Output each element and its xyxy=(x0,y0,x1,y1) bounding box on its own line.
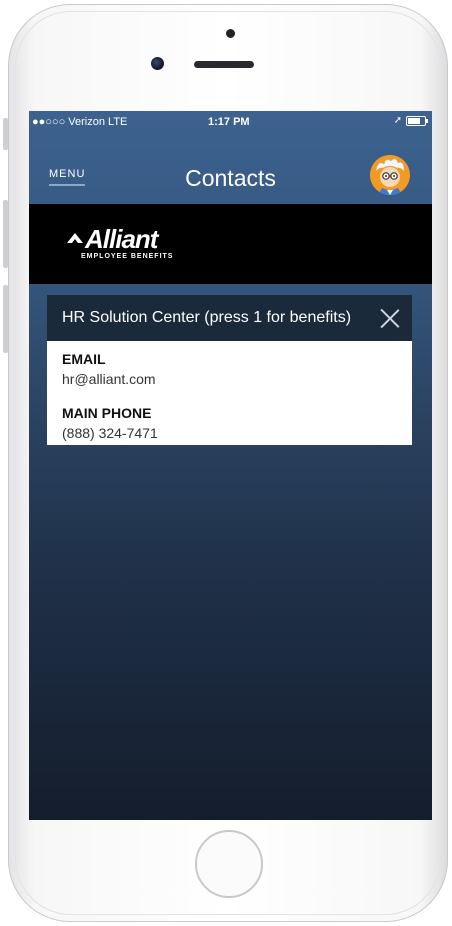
volume-up-button xyxy=(3,200,8,268)
status-time: 1:17 PM xyxy=(208,116,250,128)
mute-switch xyxy=(3,118,8,150)
contact-card-body: EMAIL hr@alliant.com MAIN PHONE (888) 32… xyxy=(47,341,412,445)
contact-card: HR Solution Center (press 1 for benefits… xyxy=(47,295,412,445)
contact-field: MAIN PHONE (888) 324-7471 xyxy=(62,405,397,441)
app-screen: ●●○○○ Verizon LTE 1:17 PM ➚ MENU Contact… xyxy=(29,111,432,820)
nav-bar: MENU Contacts xyxy=(29,155,432,205)
carrier-signal: ●●○○○ Verizon LTE xyxy=(32,116,128,128)
field-label-main-phone: MAIN PHONE xyxy=(62,405,152,421)
alliant-logo-mark-icon xyxy=(67,233,83,243)
contact-field: EMAIL hr@alliant.com xyxy=(62,351,397,387)
email-link[interactable]: hr@alliant.com xyxy=(62,371,397,387)
field-label-email: EMAIL xyxy=(62,351,106,367)
contact-card-title: HR Solution Center (press 1 for benefits… xyxy=(62,309,352,326)
front-camera xyxy=(151,57,164,70)
home-button[interactable] xyxy=(195,830,263,898)
brand-tagline: EMPLOYEE BENEFITS xyxy=(81,253,174,260)
earpiece-speaker xyxy=(194,61,254,68)
status-bar: ●●○○○ Verizon LTE 1:17 PM ➚ xyxy=(29,111,432,133)
alliant-logo: Alliant EMPLOYEE BENEFITS xyxy=(67,224,174,260)
contact-card-header: HR Solution Center (press 1 for benefits… xyxy=(47,295,412,341)
brand-name: Alliant xyxy=(85,224,158,254)
phone-link[interactable]: (888) 324-7471 xyxy=(62,425,397,441)
volume-down-button xyxy=(3,285,8,353)
brand-banner: Alliant EMPLOYEE BENEFITS xyxy=(29,204,432,284)
professor-avatar-icon[interactable] xyxy=(370,155,410,195)
close-icon[interactable] xyxy=(380,308,400,328)
proximity-sensor xyxy=(226,29,235,38)
battery-icon xyxy=(406,115,428,126)
location-icon: ➚ xyxy=(393,115,402,126)
status-right: ➚ xyxy=(393,115,428,126)
